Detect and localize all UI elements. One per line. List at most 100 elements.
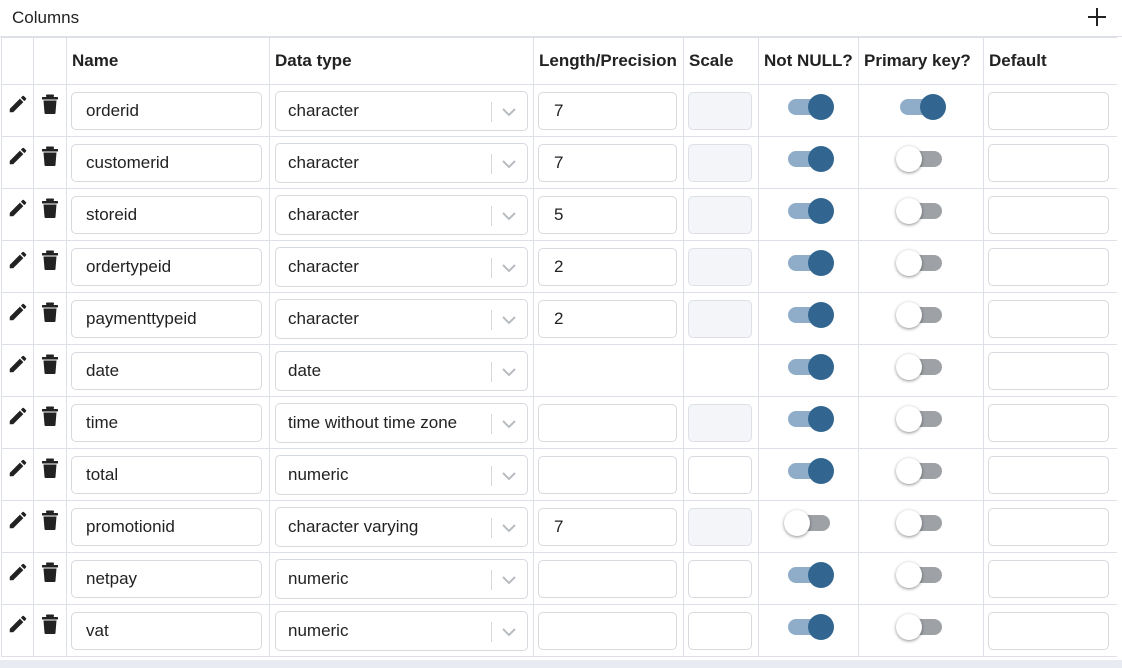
default-value-input[interactable] xyxy=(988,507,1109,546)
not-null-toggle[interactable] xyxy=(784,612,834,640)
data-type-select[interactable]: numeric xyxy=(275,454,528,495)
pencil-icon[interactable] xyxy=(7,405,29,427)
pencil-icon[interactable] xyxy=(7,613,29,635)
not-null-toggle[interactable] xyxy=(784,456,834,484)
default-value-input[interactable] xyxy=(988,143,1109,182)
default-value-input[interactable] xyxy=(988,611,1109,650)
length-precision-input[interactable]: 7 xyxy=(538,91,677,130)
column-name-input[interactable]: customerid xyxy=(71,143,262,182)
primary-key-cell xyxy=(858,448,984,501)
scale-cell xyxy=(683,292,759,345)
pencil-icon[interactable] xyxy=(7,249,29,271)
primary-key-toggle[interactable] xyxy=(896,300,946,328)
trash-icon[interactable] xyxy=(41,406,59,426)
scale-input xyxy=(688,299,752,338)
data-type-select[interactable]: date xyxy=(275,350,528,391)
trash-icon[interactable] xyxy=(41,562,59,582)
pencil-icon[interactable] xyxy=(7,93,29,115)
not-null-toggle[interactable] xyxy=(784,404,834,432)
pencil-icon[interactable] xyxy=(7,561,29,583)
not-null-cell xyxy=(758,240,859,293)
data-type-select[interactable]: character xyxy=(275,246,528,287)
trash-icon[interactable] xyxy=(41,146,59,166)
primary-key-toggle[interactable] xyxy=(896,248,946,276)
length-precision-input[interactable]: 7 xyxy=(538,143,677,182)
primary-key-toggle[interactable] xyxy=(896,404,946,432)
trash-icon[interactable] xyxy=(41,354,59,374)
primary-key-toggle[interactable] xyxy=(896,560,946,588)
primary-key-toggle[interactable] xyxy=(896,612,946,640)
not-null-toggle[interactable] xyxy=(783,508,834,536)
length-precision-input[interactable] xyxy=(538,611,677,650)
default-value-input[interactable] xyxy=(988,91,1109,130)
header-scale: Scale xyxy=(683,37,759,85)
select-separator xyxy=(491,205,492,226)
trash-icon[interactable] xyxy=(41,250,59,270)
trash-icon[interactable] xyxy=(41,198,59,218)
pencil-icon[interactable] xyxy=(7,509,29,531)
pencil-icon[interactable] xyxy=(7,301,29,323)
trash-icon[interactable] xyxy=(41,510,59,530)
not-null-toggle[interactable] xyxy=(784,300,834,328)
length-precision-input[interactable] xyxy=(538,559,677,598)
trash-icon[interactable] xyxy=(41,302,59,322)
data-type-value: character varying xyxy=(288,516,419,536)
default-value-input[interactable] xyxy=(988,195,1109,234)
primary-key-toggle[interactable] xyxy=(896,92,946,120)
column-name-input[interactable]: time xyxy=(71,403,262,442)
column-name-input[interactable]: date xyxy=(71,351,262,390)
default-value-input[interactable] xyxy=(988,559,1109,598)
data-type-select[interactable]: time without time zone xyxy=(275,402,528,443)
column-name-input[interactable]: orderid xyxy=(71,91,262,130)
primary-key-toggle[interactable] xyxy=(896,456,946,484)
data-type-select[interactable]: numeric xyxy=(275,610,528,651)
primary-key-toggle[interactable] xyxy=(896,508,946,536)
column-name-input[interactable]: promotionid xyxy=(71,507,262,546)
data-type-select[interactable]: character varying xyxy=(275,506,528,547)
scale-input[interactable] xyxy=(688,611,752,650)
primary-key-toggle[interactable] xyxy=(896,196,946,224)
not-null-toggle[interactable] xyxy=(784,560,834,588)
primary-key-toggle[interactable] xyxy=(896,352,946,380)
pencil-icon[interactable] xyxy=(7,457,29,479)
data-type-select[interactable]: character xyxy=(275,142,528,183)
default-value-input[interactable] xyxy=(988,247,1109,286)
not-null-toggle[interactable] xyxy=(784,352,834,380)
pencil-icon[interactable] xyxy=(7,353,29,375)
column-name-input[interactable]: netpay xyxy=(71,559,262,598)
column-name-input[interactable]: ordertypeid xyxy=(71,247,262,286)
length-precision-input[interactable] xyxy=(538,455,677,494)
data-type-select[interactable]: character xyxy=(275,298,528,339)
trash-icon[interactable] xyxy=(41,94,59,114)
column-name-input[interactable]: storeid xyxy=(71,195,262,234)
scale-input[interactable] xyxy=(688,455,752,494)
not-null-toggle[interactable] xyxy=(784,144,834,172)
trash-icon[interactable] xyxy=(41,458,59,478)
length-precision-input[interactable]: 7 xyxy=(538,507,677,546)
default-value-input[interactable] xyxy=(988,351,1109,390)
length-precision-input[interactable]: 2 xyxy=(538,247,677,286)
default-value-input[interactable] xyxy=(988,299,1109,338)
not-null-toggle[interactable] xyxy=(784,92,834,120)
data-type-cell: numeric xyxy=(269,604,534,657)
default-value-input[interactable] xyxy=(988,455,1109,494)
pencil-icon[interactable] xyxy=(7,197,29,219)
data-type-select[interactable]: character xyxy=(275,90,528,131)
not-null-toggle[interactable] xyxy=(784,196,834,224)
not-null-toggle[interactable] xyxy=(784,248,834,276)
trash-icon[interactable] xyxy=(41,614,59,634)
length-precision-input[interactable] xyxy=(538,403,677,442)
pencil-icon[interactable] xyxy=(7,145,29,167)
length-precision-input[interactable]: 5 xyxy=(538,195,677,234)
scale-input[interactable] xyxy=(688,559,752,598)
column-name-input[interactable]: total xyxy=(71,455,262,494)
primary-key-toggle[interactable] xyxy=(896,144,946,172)
data-type-select[interactable]: numeric xyxy=(275,558,528,599)
length-precision-input[interactable]: 2 xyxy=(538,299,677,338)
column-name-input[interactable]: vat xyxy=(71,611,262,650)
default-value-input[interactable] xyxy=(988,403,1109,442)
data-type-select[interactable]: character xyxy=(275,194,528,235)
add-column-button[interactable] xyxy=(1085,5,1109,29)
select-separator xyxy=(491,361,492,382)
column-name-input[interactable]: paymenttypeid xyxy=(71,299,262,338)
